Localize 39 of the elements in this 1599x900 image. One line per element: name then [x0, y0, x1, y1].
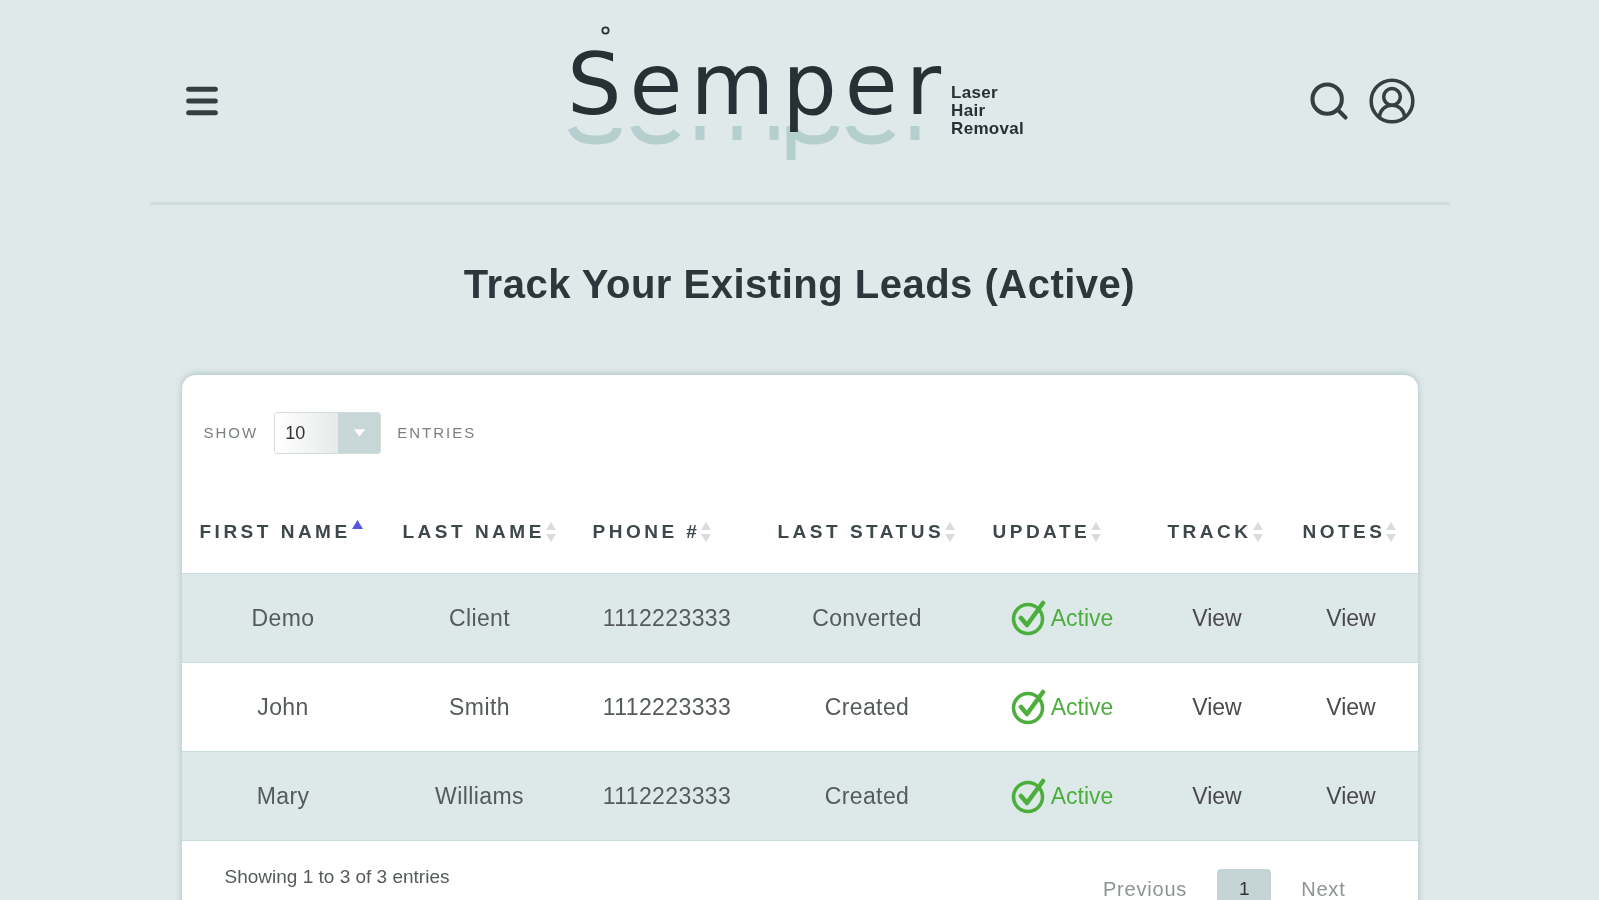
- table-cell-text: 1112223333: [602, 692, 732, 722]
- table-cell-text: John: [257, 692, 309, 722]
- column-header[interactable]: PHONE #: [574, 517, 760, 547]
- table-cell-text: Williams: [435, 781, 524, 811]
- view-link[interactable]: View: [1192, 689, 1242, 725]
- entries-label: ENTRIES: [397, 422, 477, 443]
- view-link[interactable]: View: [1326, 600, 1376, 636]
- page-size-select[interactable]: 10: [274, 412, 382, 454]
- table-cell-text: 1112223333: [602, 603, 732, 633]
- show-label: SHOW: [203, 422, 259, 443]
- view-link[interactable]: View: [1192, 778, 1242, 814]
- column-header[interactable]: LAST NAME: [384, 517, 575, 547]
- logo-wordmark: Semper: [566, 36, 950, 132]
- caret-down-icon: [353, 429, 365, 437]
- table-cell-text: 1112223333: [602, 781, 732, 811]
- logo-ring-icon: [600, 26, 610, 35]
- status-text: Active: [1050, 692, 1114, 722]
- table-cell-text: Created: [824, 692, 910, 722]
- logo-tagline: Laser Hair Removal: [951, 84, 1025, 138]
- page-title: Track Your Existing Leads (Active): [462, 262, 1137, 306]
- table-cell-text: Smith: [449, 692, 510, 722]
- view-link[interactable]: View: [1326, 689, 1376, 725]
- table-cell-text: Converted: [812, 603, 922, 633]
- column-header[interactable]: NOTES: [1284, 517, 1418, 547]
- table-info-text: Showing 1 to 3 of 3 entries: [223, 865, 450, 889]
- column-header[interactable]: LAST STATUS: [759, 517, 975, 547]
- status-text: Active: [1050, 781, 1114, 811]
- column-header[interactable]: FIRST NAME: [181, 517, 385, 547]
- table-cell-text: Mary: [256, 781, 310, 811]
- column-header[interactable]: UPDATE: [974, 517, 1150, 547]
- table-cell-text: Demo: [251, 603, 315, 633]
- status-text: Active: [1050, 603, 1114, 633]
- page-number-button[interactable]: 1: [1217, 869, 1272, 900]
- view-link[interactable]: View: [1192, 600, 1242, 636]
- column-header[interactable]: TRACK: [1149, 517, 1285, 547]
- user-account-icon[interactable]: [1367, 76, 1418, 126]
- view-link[interactable]: View: [1326, 778, 1376, 814]
- table-cell-text: Created: [824, 781, 910, 811]
- table-cell-text: Client: [448, 603, 511, 633]
